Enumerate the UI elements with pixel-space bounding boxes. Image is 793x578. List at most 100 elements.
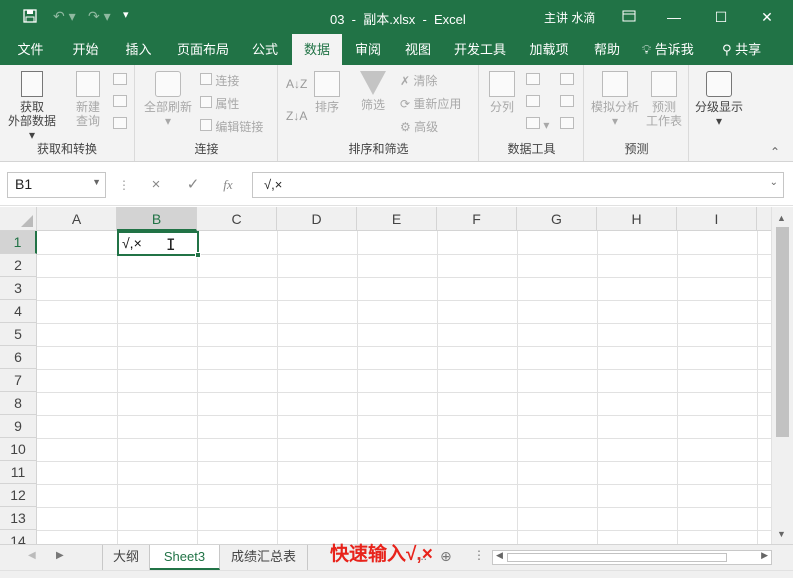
row-header[interactable]: 14	[0, 530, 37, 544]
vertical-scrollbar[interactable]: ▲ ▼	[771, 207, 793, 544]
insert-function-icon[interactable]: fx	[214, 172, 242, 198]
column-header[interactable]: H	[597, 207, 677, 231]
from-table-icon[interactable]	[113, 95, 127, 110]
tab-addins[interactable]: 加载项	[522, 34, 576, 65]
save-icon[interactable]	[22, 8, 38, 27]
tab-home[interactable]: 开始	[63, 34, 108, 65]
sort-button[interactable]: 排序	[309, 71, 345, 114]
worksheet-grid[interactable]: A B C D E F G H I 1 2 3 4 5 6 7 8 9 10 1…	[0, 207, 771, 544]
select-all-corner[interactable]	[0, 207, 37, 231]
next-sheet-icon[interactable]: ▶	[56, 550, 64, 561]
ribbon-display-icon[interactable]	[616, 6, 642, 28]
get-external-data-button[interactable]: 获取 外部数据 ▾	[4, 71, 60, 142]
edit-links-button[interactable]: 编辑链接	[200, 118, 263, 135]
row-header[interactable]: 6	[0, 346, 37, 369]
tab-insert[interactable]: 插入	[116, 34, 161, 65]
row-header[interactable]: 2	[0, 254, 37, 277]
sort-descending-icon[interactable]: Z↓A	[286, 109, 307, 123]
tab-developer[interactable]: 开发工具	[448, 34, 512, 65]
clear-button[interactable]: ✗ 清除	[400, 72, 437, 89]
reapply-button[interactable]: ⟳ 重新应用	[400, 95, 461, 112]
tab-formulas[interactable]: 公式	[244, 34, 286, 65]
tab-file[interactable]: 文件	[8, 34, 53, 65]
horizontal-scrollbar[interactable]: ◀ ▶	[492, 550, 772, 565]
tell-me-button[interactable]: 💡︎ 告诉我	[642, 34, 694, 65]
data-validation-icon[interactable]: ▾	[526, 117, 549, 132]
prev-sheet-icon[interactable]: ◀	[28, 550, 36, 561]
user-name[interactable]: 主讲 水滴	[544, 9, 595, 26]
sheet-tab-active[interactable]: Sheet3	[150, 545, 220, 570]
tab-help[interactable]: 帮助	[586, 34, 628, 65]
forecast-sheet-button[interactable]: 预测 工作表	[643, 71, 685, 128]
active-cell-b1[interactable]: √,×	[117, 231, 201, 258]
maximize-icon[interactable]: ☐	[708, 6, 734, 28]
relationships-icon[interactable]	[560, 95, 574, 110]
data-model-icon[interactable]	[560, 117, 574, 132]
remove-duplicates-icon[interactable]	[526, 95, 540, 110]
outline-button[interactable]: 分级显示 ▾	[690, 71, 748, 128]
column-header[interactable]: D	[277, 207, 357, 231]
column-header[interactable]: G	[517, 207, 597, 231]
sort-ascending-icon[interactable]: A↓Z	[286, 77, 307, 91]
column-header[interactable]: C	[197, 207, 277, 231]
tab-review[interactable]: 审阅	[346, 34, 390, 65]
recent-sources-icon[interactable]	[113, 117, 127, 132]
formula-input[interactable]: √,× ⌄	[252, 172, 784, 198]
fill-handle[interactable]	[195, 252, 201, 258]
vertical-scroll-thumb[interactable]	[776, 227, 789, 437]
tab-view[interactable]: 视图	[396, 34, 440, 65]
row-header[interactable]: 10	[0, 438, 37, 461]
customize-icon[interactable]: ▾	[123, 8, 129, 21]
cancel-icon[interactable]: ×	[142, 172, 170, 198]
row-header[interactable]: 1	[0, 231, 37, 254]
column-header[interactable]: A	[37, 207, 117, 231]
consolidate-icon[interactable]	[560, 73, 574, 88]
column-header[interactable]: B	[117, 207, 197, 231]
sheet-overflow[interactable]: ...	[417, 549, 427, 563]
properties-button[interactable]: 属性	[200, 95, 239, 112]
scroll-down-icon[interactable]: ▼	[777, 529, 786, 539]
name-box-dropdown-icon[interactable]: ▼	[92, 177, 101, 187]
what-if-analysis-button[interactable]: 模拟分析 ▾	[587, 71, 643, 128]
undo-icon[interactable]: ↶ ▾	[53, 8, 76, 25]
row-header[interactable]: 5	[0, 323, 37, 346]
close-icon[interactable]: ✕	[754, 6, 780, 28]
advanced-button[interactable]: ⚙ 高级	[400, 118, 438, 135]
collapse-ribbon-icon[interactable]: ⌃	[770, 145, 780, 159]
row-header[interactable]: 7	[0, 369, 37, 392]
connections-button[interactable]: 连接	[200, 72, 239, 89]
name-box[interactable]: B1 ▼	[7, 172, 106, 198]
row-header[interactable]: 4	[0, 300, 37, 323]
minimize-icon[interactable]: —	[661, 6, 687, 28]
flash-fill-icon[interactable]	[526, 73, 540, 88]
expand-formula-icon[interactable]: ⌄	[770, 177, 778, 188]
scroll-left-icon[interactable]: ◀	[496, 550, 503, 561]
horizontal-scroll-thumb[interactable]	[507, 553, 727, 562]
tab-page-layout[interactable]: 页面布局	[170, 34, 236, 65]
filter-button[interactable]: 筛选	[355, 71, 391, 112]
row-header[interactable]: 13	[0, 507, 37, 530]
column-header[interactable]: I	[677, 207, 757, 231]
enter-icon[interactable]: ✓	[179, 172, 207, 198]
row-header[interactable]: 12	[0, 484, 37, 507]
row-header[interactable]: 11	[0, 461, 37, 484]
scroll-right-icon[interactable]: ▶	[761, 550, 768, 561]
column-header[interactable]: F	[437, 207, 517, 231]
share-button[interactable]: ⚲ 共享	[722, 34, 761, 65]
text-to-columns-button[interactable]: 分列	[484, 71, 520, 114]
redo-icon[interactable]: ↷ ▾	[88, 8, 111, 25]
new-sheet-icon[interactable]: ⊕	[440, 548, 452, 565]
refresh-all-button[interactable]: 全部刷新 ▾	[140, 71, 196, 128]
show-queries-icon[interactable]	[113, 73, 127, 88]
new-query-button[interactable]: 新建 查询	[68, 71, 108, 128]
column-header-partial[interactable]	[757, 207, 771, 231]
row-header[interactable]: 9	[0, 415, 37, 438]
row-header[interactable]: 8	[0, 392, 37, 415]
tab-data[interactable]: 数据	[292, 34, 342, 65]
sheet-tab[interactable]: 大纲	[102, 545, 150, 570]
column-header[interactable]: E	[357, 207, 437, 231]
scroll-up-icon[interactable]: ▲	[777, 213, 786, 223]
tab-split-icon[interactable]: ⋮	[473, 548, 485, 562]
row-header[interactable]: 3	[0, 277, 37, 300]
sheet-tab[interactable]: 成绩汇总表	[220, 545, 308, 570]
